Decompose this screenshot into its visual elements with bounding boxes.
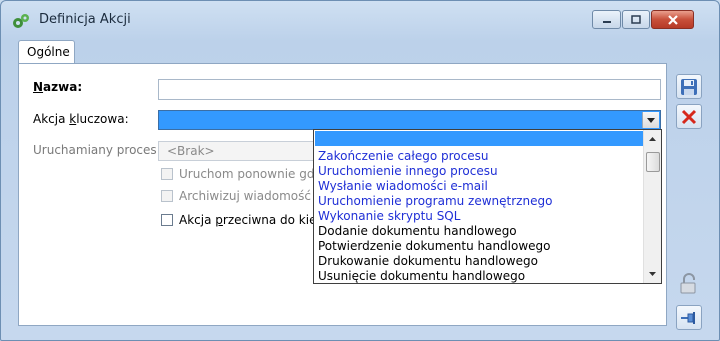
- akcja-dropdown-list[interactable]: Zakończenie całego procesu Uruchomienie …: [313, 129, 662, 284]
- close-button[interactable]: [651, 10, 694, 29]
- archiwizuj-checkbox[interactable]: Archiwizuj wiadomość e: [161, 188, 331, 204]
- nazwa-input[interactable]: [158, 79, 661, 100]
- scroll-thumb[interactable]: [646, 152, 660, 172]
- lock-button[interactable]: [676, 271, 702, 296]
- close-icon: [667, 14, 678, 25]
- tab-ogolne[interactable]: Ogólne: [18, 40, 75, 64]
- maximize-icon: [631, 14, 641, 24]
- akcja-label-post: luczowa:: [76, 112, 129, 126]
- gears-icon: [11, 12, 31, 30]
- title-bar[interactable]: Definicja Akcji: [1, 1, 719, 39]
- nazwa-label-text: azwa:: [43, 80, 83, 94]
- dropdown-option[interactable]: Dodanie dokumentu handlowego: [318, 224, 643, 239]
- minimize-icon: [602, 20, 611, 23]
- dropdown-items: Zakończenie całego procesu Uruchomienie …: [318, 149, 643, 283]
- scroll-up-button[interactable]: [644, 131, 661, 147]
- dialog-window: Definicja Akcji Ogólne Nazwa: Akcja kluc…: [0, 0, 720, 341]
- minimize-button[interactable]: [592, 10, 621, 29]
- checkbox-label: Akcja przeciwna do kier: [179, 213, 313, 227]
- dropdown-option[interactable]: Wysłanie wiadomości e-mail: [318, 179, 643, 194]
- chk-label-post: rzeciwna do kier: [222, 213, 313, 227]
- nazwa-label-mnemonic: N: [33, 80, 44, 94]
- maximize-button[interactable]: [622, 10, 650, 29]
- uruchamiany-proces-field[interactable]: <Brak>: [158, 141, 318, 161]
- checkbox-box[interactable]: [161, 214, 173, 226]
- window-title: Definicja Akcji: [39, 12, 131, 27]
- chevron-up-icon: [649, 137, 656, 141]
- dropdown-selected-row[interactable]: [315, 131, 643, 146]
- dropdown-option[interactable]: Drukowanie dokumentu handlowego: [318, 254, 643, 269]
- nazwa-label: Nazwa:: [33, 80, 82, 94]
- scroll-down-button[interactable]: [644, 266, 661, 282]
- chevron-down-icon: [647, 117, 655, 123]
- cancel-button[interactable]: [676, 104, 702, 129]
- save-button[interactable]: [676, 74, 702, 99]
- dropdown-option[interactable]: Zakończenie całego procesu: [318, 149, 643, 164]
- combo-dropdown-button[interactable]: [642, 112, 659, 128]
- dropdown-option[interactable]: Potwierdzenie dokumentu handlowego: [318, 239, 643, 254]
- akcja-kluczowa-label: Akcja kluczowa:: [33, 112, 129, 126]
- akcja-przeciwna-checkbox[interactable]: Akcja przeciwna do kier: [161, 212, 313, 228]
- chk-label-mnemonic: p: [215, 213, 223, 227]
- dropdown-option[interactable]: Uruchomienie programu zewnętrznego: [318, 194, 643, 209]
- pin-button[interactable]: [676, 305, 702, 330]
- chk-label-pre: Akcja: [179, 213, 216, 227]
- dropdown-option[interactable]: Wykonanie skryptu SQL: [318, 209, 643, 224]
- checkbox-label: Uruchom ponownie gdy: [179, 167, 322, 181]
- akcja-label-pre: Akcja: [33, 112, 70, 126]
- pin-icon: [681, 311, 695, 324]
- dropdown-option[interactable]: Usunięcie dokumentu handlowego: [318, 269, 643, 283]
- uruchamiany-proces-label: Uruchamiany proces:: [33, 143, 161, 157]
- chevron-down-icon: [649, 272, 656, 276]
- uruchom-ponownie-checkbox[interactable]: Uruchom ponownie gdy: [161, 166, 331, 182]
- checkbox-box[interactable]: [161, 168, 173, 180]
- floppy-disk-icon: [681, 78, 697, 95]
- checkbox-box[interactable]: [161, 190, 173, 202]
- red-x-icon: [681, 109, 697, 124]
- checkbox-label: Archiwizuj wiadomość e: [179, 189, 323, 203]
- padlock-icon: [680, 272, 696, 293]
- dropdown-scrollbar[interactable]: [643, 130, 661, 283]
- akcja-kluczowa-combobox[interactable]: [158, 110, 661, 130]
- dropdown-option[interactable]: Uruchomienie innego procesu: [318, 164, 643, 179]
